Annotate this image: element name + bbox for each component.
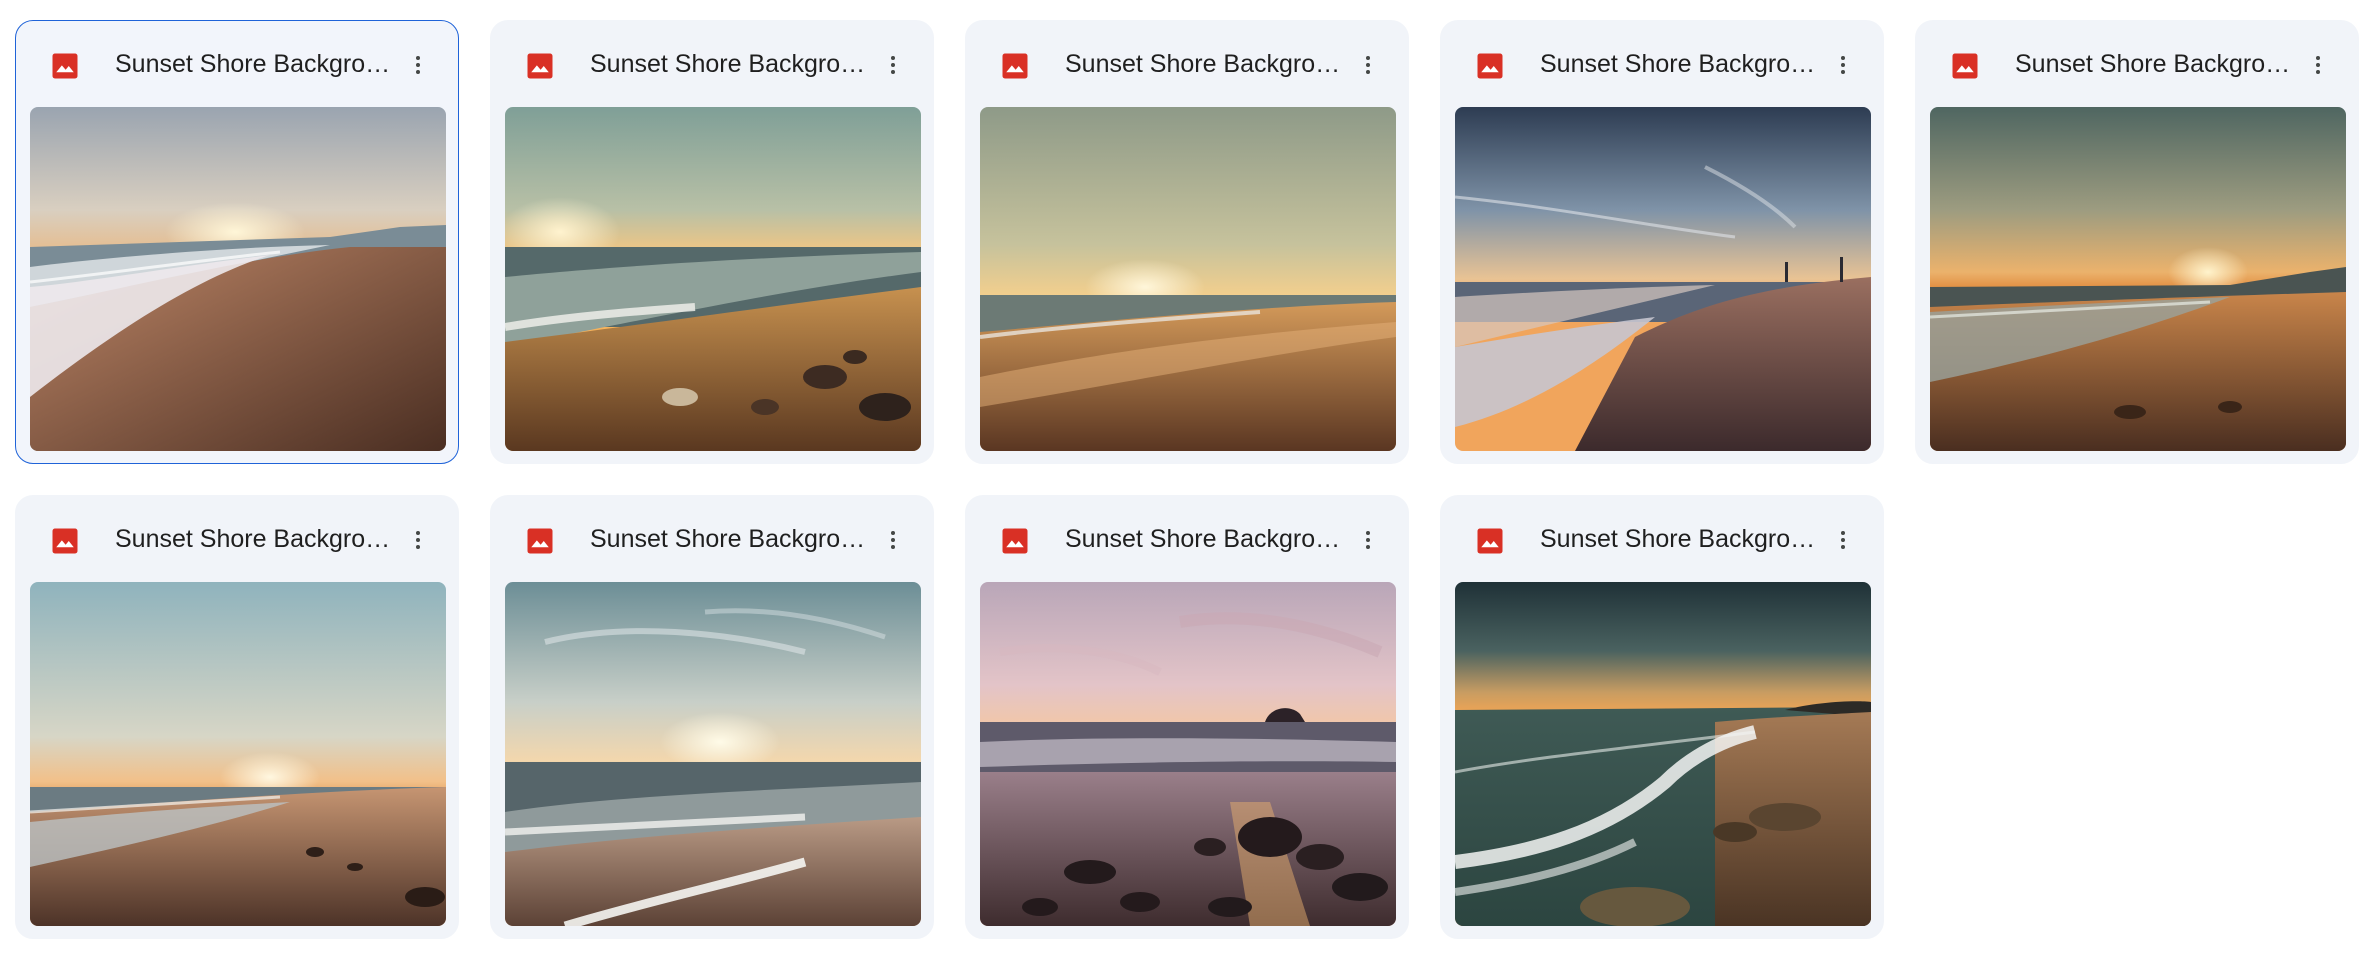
file-card-header: Sunset Shore Background 2 [491,21,933,105]
more-actions-button[interactable] [871,518,915,562]
more-vert-icon [1841,531,1845,549]
image-icon [50,51,80,81]
file-grid: Sunset Shore Background 1 [15,20,2359,939]
file-card-header: Sunset Shore Background 9 [1441,496,1883,580]
file-name[interactable]: Sunset Shore Background 7 [590,522,866,556]
more-vert-icon [1366,56,1370,74]
file-card-header: Sunset Shore Background 7 [491,496,933,580]
file-card[interactable]: Sunset Shore Background 5 [1915,20,2359,464]
file-card-header: Sunset Shore Background 3 [966,21,1408,105]
more-vert-icon [891,56,895,74]
more-actions-button[interactable] [1346,43,1390,87]
file-name[interactable]: Sunset Shore Background 5 [2015,47,2291,81]
more-actions-button[interactable] [1821,43,1865,87]
file-name[interactable]: Sunset Shore Background 4 [1540,47,1816,81]
image-icon [1475,526,1505,556]
file-name[interactable]: Sunset Shore Background 1 [115,47,391,81]
image-thumbnail[interactable] [980,107,1396,451]
file-card[interactable]: Sunset Shore Background 2 [490,20,934,464]
more-actions-button[interactable] [871,43,915,87]
file-name[interactable]: Sunset Shore Background 9 [1540,522,1816,556]
more-vert-icon [416,531,420,549]
file-name[interactable]: Sunset Shore Background 2 [590,47,866,81]
file-card-header: Sunset Shore Background 1 [16,21,458,105]
file-card[interactable]: Sunset Shore Background 9 [1440,495,1884,939]
file-card[interactable]: Sunset Shore Background 7 [490,495,934,939]
file-card-header: Sunset Shore Background 5 [1916,21,2358,105]
image-thumbnail[interactable] [1930,107,2346,451]
image-thumbnail[interactable] [1455,107,1871,451]
image-icon [1000,526,1030,556]
image-thumbnail[interactable] [30,107,446,451]
more-vert-icon [1366,531,1370,549]
file-card[interactable]: Sunset Shore Background 6 [15,495,459,939]
image-thumbnail[interactable] [505,582,921,926]
image-icon [1475,51,1505,81]
file-name[interactable]: Sunset Shore Background 3 [1065,47,1341,81]
more-actions-button[interactable] [1821,518,1865,562]
file-card[interactable]: Sunset Shore Background 4 [1440,20,1884,464]
file-card[interactable]: Sunset Shore Background 1 [15,20,459,464]
more-actions-button[interactable] [396,43,440,87]
image-icon [1950,51,1980,81]
file-card-header: Sunset Shore Background 8 [966,496,1408,580]
image-icon [525,526,555,556]
image-icon [50,526,80,556]
more-actions-button[interactable] [2296,43,2340,87]
image-thumbnail[interactable] [30,582,446,926]
image-thumbnail[interactable] [505,107,921,451]
more-actions-button[interactable] [396,518,440,562]
more-vert-icon [416,56,420,74]
image-thumbnail[interactable] [1455,582,1871,926]
more-vert-icon [2316,56,2320,74]
image-icon [1000,51,1030,81]
image-icon [525,51,555,81]
more-vert-icon [891,531,895,549]
image-thumbnail[interactable] [980,582,1396,926]
more-actions-button[interactable] [1346,518,1390,562]
file-card[interactable]: Sunset Shore Background 3 [965,20,1409,464]
file-name[interactable]: Sunset Shore Background 6 [115,522,391,556]
file-card[interactable]: Sunset Shore Background 8 [965,495,1409,939]
more-vert-icon [1841,56,1845,74]
file-name[interactable]: Sunset Shore Background 8 [1065,522,1341,556]
file-card-header: Sunset Shore Background 4 [1441,21,1883,105]
file-card-header: Sunset Shore Background 6 [16,496,458,580]
